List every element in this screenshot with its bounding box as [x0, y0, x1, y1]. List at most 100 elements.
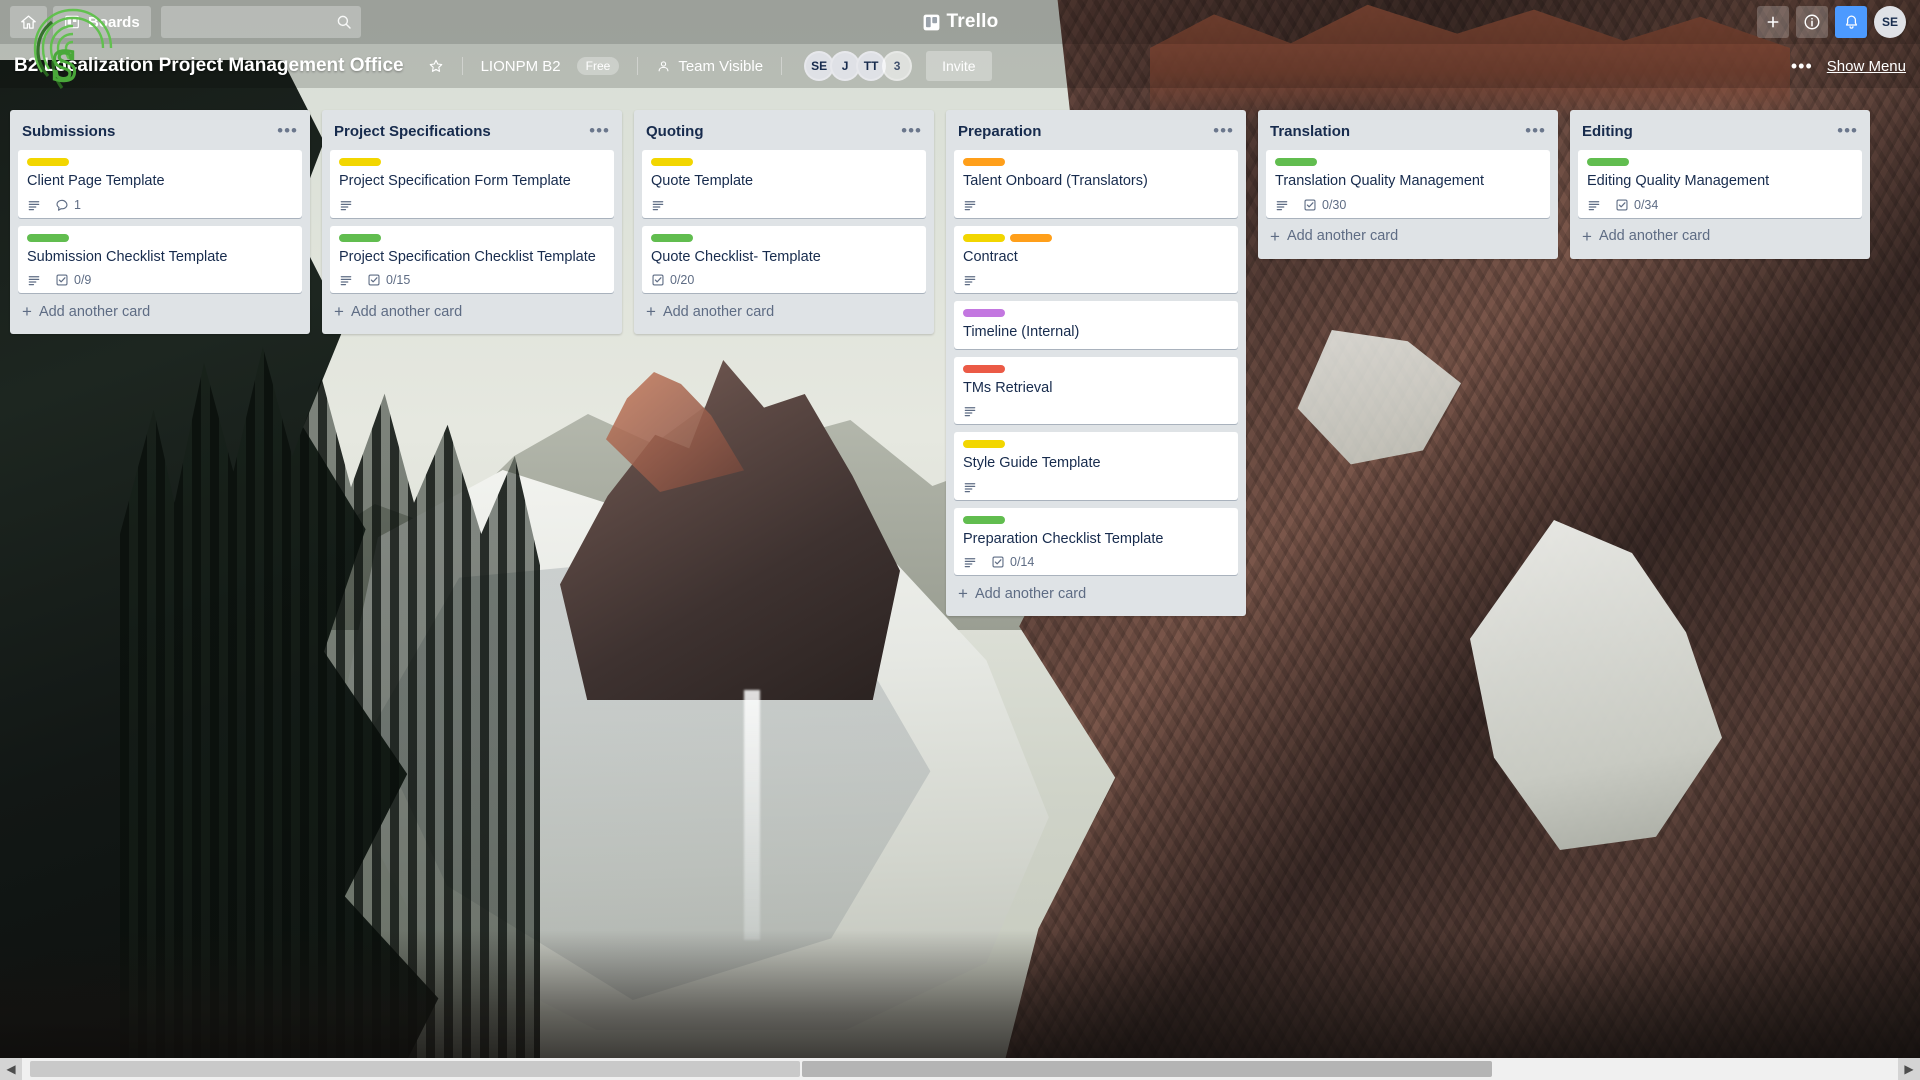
list-submissions[interactable]: Submissions ••• Client Page Template 1 S… [10, 110, 310, 335]
trello-logo[interactable]: Trello [900, 11, 1020, 33]
checklist-count: 0/20 [670, 273, 695, 288]
info-icon [1804, 14, 1820, 30]
user-avatar[interactable]: SE [1874, 6, 1906, 38]
add-card-button[interactable]: + Add another card [634, 293, 934, 328]
list-title[interactable]: Translation [1270, 123, 1350, 140]
card-label[interactable] [1010, 233, 1052, 242]
home-button[interactable] [10, 6, 47, 38]
card-title: Project Specification Form Template [339, 173, 571, 189]
visibility-button[interactable]: Team Visible [646, 52, 773, 81]
add-card-label: Add another card [662, 303, 775, 320]
add-card-label: Add another card [974, 585, 1087, 602]
add-card-button[interactable]: + Add another card [322, 293, 622, 328]
checklist-badge: 0/34 [1615, 198, 1658, 212]
card-label[interactable] [27, 233, 69, 242]
list-header: Preparation ••• [946, 110, 1246, 150]
checklist-badge: 0/14 [991, 555, 1034, 569]
board-lists-canvas[interactable]: Submissions ••• Client Page Template 1 S… [0, 96, 1920, 1031]
list-menu-icon[interactable]: ••• [1525, 121, 1546, 141]
card-label[interactable] [963, 364, 1005, 373]
horizontal-scrollbar[interactable]: ◀ ▶ [0, 1058, 1920, 1080]
scrollbar-thumb[interactable] [802, 1061, 1492, 1077]
card[interactable]: Contract [954, 225, 1238, 294]
card-label[interactable] [1275, 158, 1317, 166]
card-label[interactable] [963, 309, 1005, 318]
card[interactable]: Timeline (Internal) [954, 301, 1238, 349]
list-project-specifications[interactable]: Project Specifications ••• Project Speci… [322, 110, 622, 335]
card-label[interactable] [963, 515, 1005, 524]
list-title[interactable]: Project Specifications [334, 123, 491, 140]
notifications-button[interactable] [1835, 6, 1867, 38]
list-menu-icon[interactable]: ••• [277, 121, 298, 141]
card-label[interactable] [339, 233, 381, 242]
description-badge [651, 198, 665, 212]
card-label[interactable] [27, 158, 69, 166]
list-title[interactable]: Submissions [22, 123, 115, 140]
info-button[interactable] [1796, 6, 1828, 38]
board-title[interactable]: B2 Localization Project Management Offic… [14, 55, 404, 77]
scroll-right-arrow-icon[interactable]: ▶ [1898, 1058, 1920, 1080]
card[interactable]: Preparation Checklist Template 0/14 [954, 507, 1238, 576]
card[interactable]: TMs Retrieval [954, 356, 1238, 425]
list-menu-icon[interactable]: ••• [589, 121, 610, 141]
card-label[interactable] [963, 440, 1005, 449]
card[interactable]: Talent Onboard (Translators) [954, 150, 1238, 218]
star-board-button[interactable] [418, 52, 454, 80]
scrollbar-track-segment [30, 1061, 800, 1077]
card[interactable]: Quote Checklist- Template 0/20 [642, 225, 926, 294]
card-label[interactable] [963, 233, 1005, 242]
card[interactable]: Style Guide Template [954, 432, 1238, 500]
add-card-button[interactable]: + Add another card [946, 575, 1246, 610]
list-menu-icon[interactable]: ••• [1837, 121, 1858, 141]
scrollbar-track[interactable] [22, 1058, 1898, 1080]
checklist-count: 0/30 [1322, 197, 1347, 212]
member-overflow-counter[interactable]: 3 [882, 51, 913, 81]
card-label[interactable] [1587, 158, 1629, 166]
show-menu-button[interactable]: Show Menu [1827, 58, 1906, 75]
add-card-button[interactable]: + Add another card [1570, 218, 1870, 253]
team-name-button[interactable]: LIONPM B2 Free [471, 51, 630, 81]
checklist-badge: 0/30 [1303, 198, 1346, 212]
description-badge [1587, 198, 1601, 212]
list-preparation[interactable]: Preparation ••• Talent Onboard (Translat… [946, 110, 1246, 617]
invite-button[interactable]: Invite [926, 51, 992, 81]
card-label[interactable] [651, 158, 693, 166]
team-name-label: LIONPM B2 [480, 57, 561, 75]
card[interactable]: Submission Checklist Template 0/9 [18, 225, 302, 294]
add-card-button[interactable]: + Add another card [1258, 218, 1558, 253]
card-title: Project Specification Checklist Template [339, 248, 596, 265]
list-title[interactable]: Editing [1582, 123, 1633, 140]
boards-button[interactable]: Boards [53, 6, 151, 38]
card[interactable]: Editing Quality Management 0/34 [1578, 150, 1862, 218]
plus-icon [1767, 16, 1779, 28]
description-icon [1276, 200, 1288, 210]
card[interactable]: Translation Quality Management 0/30 [1266, 150, 1550, 218]
search-icon[interactable] [335, 13, 353, 31]
card[interactable]: Project Specification Checklist Template [330, 225, 614, 294]
add-card-button[interactable]: + Add another card [10, 293, 310, 328]
card-label[interactable] [963, 158, 1005, 166]
add-button[interactable] [1757, 6, 1789, 38]
boards-icon [65, 15, 79, 29]
add-card-label: Add another card [38, 303, 151, 320]
card[interactable]: Client Page Template 1 [18, 150, 302, 218]
list-translation[interactable]: Translation ••• Translation Quality Mana… [1258, 110, 1558, 259]
card-label[interactable] [651, 233, 693, 242]
top-nav-right-actions: SE [1757, 6, 1910, 38]
list-quoting[interactable]: Quoting ••• Quote Template Quote Checkli… [634, 110, 934, 335]
card-label[interactable] [339, 158, 381, 166]
list-menu-icon[interactable]: ••• [901, 121, 922, 141]
list-editing[interactable]: Editing ••• Editing Quality Management 0… [1570, 110, 1870, 259]
list-title[interactable]: Quoting [646, 123, 703, 140]
header-divider [461, 57, 463, 75]
card[interactable]: Quote Template [642, 150, 926, 218]
card[interactable]: Project Specification Form Template [330, 150, 614, 218]
card-labels [27, 233, 293, 242]
scroll-left-arrow-icon[interactable]: ◀ [0, 1058, 22, 1080]
list-menu-icon[interactable]: ••• [1213, 121, 1234, 141]
list-title[interactable]: Preparation [958, 123, 1041, 140]
board-more-menu-button[interactable]: ••• [1791, 56, 1813, 77]
search-container [160, 6, 361, 38]
search-input[interactable] [160, 6, 361, 38]
list-header: Submissions ••• [10, 110, 310, 150]
